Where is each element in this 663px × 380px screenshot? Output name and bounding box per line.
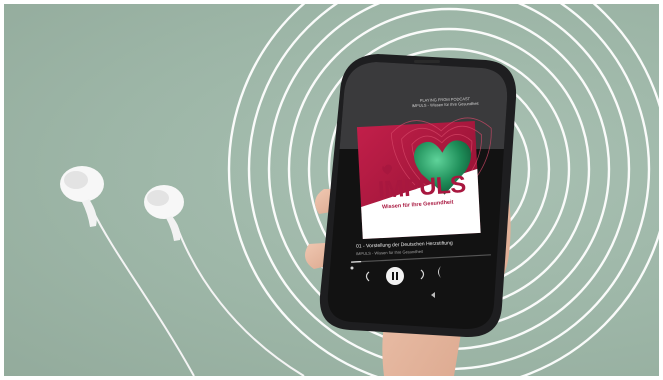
- play-pause-button: [386, 267, 404, 285]
- logo-im: IM: [377, 175, 405, 205]
- right-earbud-icon: [144, 185, 184, 241]
- logo-puls: PULS: [402, 170, 467, 203]
- photo-illustration: [60, 4, 659, 376]
- speed-icon: [350, 266, 354, 270]
- photo-scene: PLAYING FROM PODCAST IMPULS - Wissen für…: [4, 4, 659, 376]
- earphone-cables: [91, 208, 305, 376]
